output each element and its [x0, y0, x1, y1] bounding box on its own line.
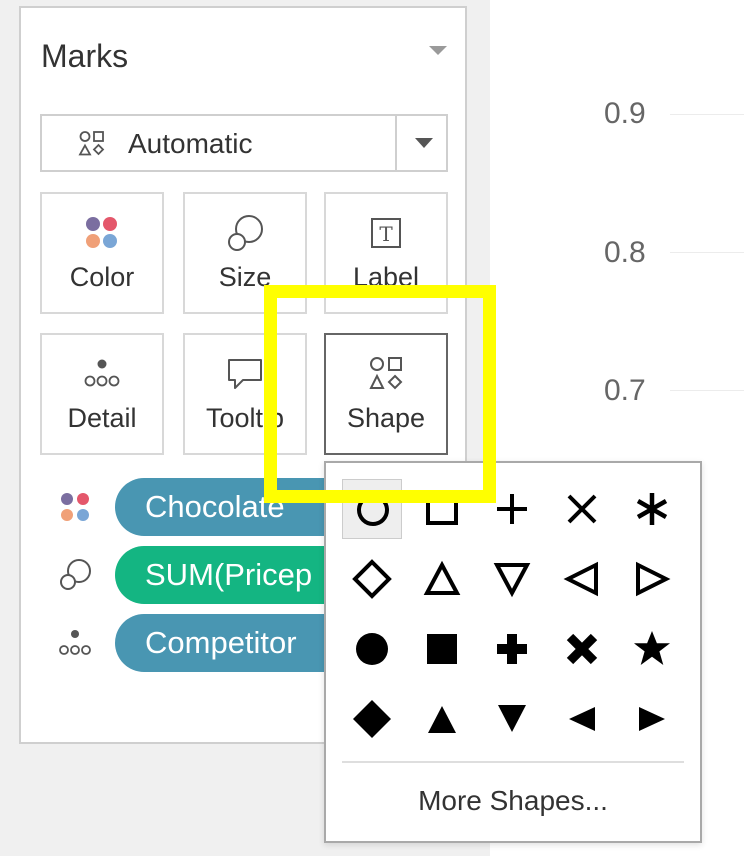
text-label-icon: T — [326, 212, 446, 254]
svg-text:T: T — [379, 222, 393, 246]
chevron-down-icon[interactable] — [415, 138, 433, 148]
mark-type-label: Automatic — [128, 128, 253, 159]
size-icon — [57, 557, 93, 598]
label-button[interactable]: T Label — [324, 192, 448, 314]
detail-label: Detail — [67, 403, 137, 433]
shape-option-asterisk[interactable] — [622, 479, 682, 539]
more-shapes-link[interactable]: More Shapes... — [326, 785, 700, 817]
y-tick-label: 0.7 — [604, 374, 646, 407]
label-label: Label — [352, 262, 420, 292]
speech-bubble-icon — [185, 353, 305, 395]
shape-option-filled-cross[interactable] — [552, 619, 612, 679]
grid-line — [670, 114, 744, 115]
shape-palette-popup: More Shapes... — [324, 461, 702, 843]
shape-option-filled-star[interactable] — [622, 619, 682, 679]
marks-title: Marks — [41, 38, 129, 74]
size-button[interactable]: Size — [183, 192, 307, 314]
shape-option-open-triangle-right[interactable] — [622, 549, 682, 609]
shape-label: Shape — [346, 403, 426, 433]
mark-type-dropdown[interactable]: Automatic — [40, 114, 448, 172]
marks-menu-arrow-icon[interactable] — [429, 46, 447, 55]
shape-option-filled-square[interactable] — [412, 619, 472, 679]
color-dots-icon — [57, 489, 93, 530]
popup-divider — [342, 761, 684, 763]
shape-option-filled-triangle-up[interactable] — [412, 689, 472, 749]
shape-option-filled-circle[interactable] — [342, 619, 402, 679]
tooltip-label: Tooltip — [205, 403, 285, 433]
detail-dots-icon — [57, 625, 93, 666]
grid-line — [670, 390, 744, 391]
shape-option-open-triangle-left[interactable] — [552, 549, 612, 609]
shape-option-cross[interactable] — [552, 479, 612, 539]
y-tick-label: 0.8 — [604, 236, 646, 269]
shape-option-open-diamond[interactable] — [342, 549, 402, 609]
color-button[interactable]: Color — [40, 192, 164, 314]
shape-option-filled-diamond[interactable] — [342, 689, 402, 749]
grid-line — [670, 252, 744, 253]
shape-option-filled-triangle-left[interactable] — [552, 689, 612, 749]
shapes-icon — [326, 353, 446, 395]
detail-dots-icon — [42, 353, 162, 395]
shape-option-open-square[interactable] — [412, 479, 472, 539]
y-tick-label: 0.9 — [604, 97, 646, 130]
color-dots-icon — [42, 212, 162, 254]
shape-option-plus[interactable] — [482, 479, 542, 539]
size-icon — [185, 212, 305, 254]
shape-button[interactable]: Shape — [324, 333, 448, 455]
detail-button[interactable]: Detail — [40, 333, 164, 455]
shape-option-filled-triangle-right[interactable] — [622, 689, 682, 749]
shapes-icon — [78, 130, 106, 163]
tooltip-button[interactable]: Tooltip — [183, 333, 307, 455]
color-label: Color — [69, 262, 135, 292]
shape-option-open-circle[interactable] — [342, 479, 402, 539]
shape-option-open-triangle-up[interactable] — [412, 549, 472, 609]
shape-option-filled-triangle-down[interactable] — [482, 689, 542, 749]
shape-option-filled-plus[interactable] — [482, 619, 542, 679]
shape-option-open-triangle-down[interactable] — [482, 549, 542, 609]
size-label: Size — [218, 262, 272, 292]
dropdown-divider — [395, 116, 397, 170]
